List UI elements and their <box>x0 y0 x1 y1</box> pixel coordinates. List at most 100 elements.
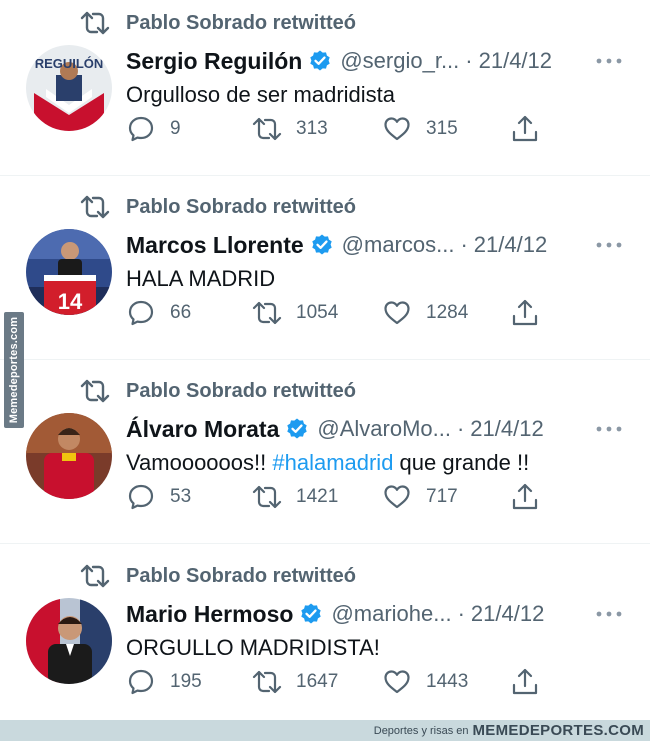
like-button[interactable]: 315 <box>382 114 458 144</box>
author-handle[interactable]: @sergio_r... <box>340 48 459 74</box>
avatar-text: 14 <box>58 289 83 314</box>
like-button[interactable]: 1284 <box>382 298 468 328</box>
like-count: 717 <box>426 486 458 507</box>
reply-icon <box>128 669 154 695</box>
avatar[interactable] <box>26 598 112 684</box>
share-icon <box>512 115 538 142</box>
tweet-date[interactable]: 21/4/12 <box>470 416 543 442</box>
like-count: 315 <box>426 118 458 139</box>
author-name[interactable]: Mario Hermoso <box>126 601 293 628</box>
verified-badge-icon <box>310 50 331 71</box>
reply-count: 195 <box>170 671 202 692</box>
like-button[interactable]: 717 <box>382 482 458 512</box>
author-name[interactable]: Sergio Reguilón <box>126 48 302 75</box>
retweet-icon <box>252 670 282 694</box>
retweet-icon <box>252 117 282 141</box>
hashtag-link[interactable]: #halamadrid <box>272 450 393 475</box>
separator-dot: · <box>460 232 468 257</box>
tweet-actions: 195 1647 1443 <box>126 667 546 697</box>
more-icon <box>596 242 622 248</box>
tweet-card[interactable]: Pablo Sobrado retwitteó 14 Marcos Lloren… <box>0 184 650 364</box>
tweet-header: Sergio Reguilón @sergio_r... · 21/4/12 <box>126 44 631 78</box>
more-button[interactable] <box>594 607 624 621</box>
retweet-count: 1647 <box>296 671 339 692</box>
reply-icon <box>128 484 154 510</box>
like-icon <box>384 485 410 509</box>
retweet-icon <box>80 379 110 403</box>
avatar-image <box>26 598 112 684</box>
tweet-text: HALA MADRID <box>126 266 276 291</box>
reply-button[interactable]: 53 <box>126 482 191 512</box>
verified-badge-icon <box>311 234 332 255</box>
retweet-icon <box>252 301 282 325</box>
more-button[interactable] <box>594 54 624 68</box>
share-button[interactable] <box>510 482 540 512</box>
retweet-context[interactable]: Pablo Sobrado retwitteó <box>80 563 356 589</box>
retweet-context[interactable]: Pablo Sobrado retwitteó <box>80 10 356 36</box>
tweet-date[interactable]: 21/4/12 <box>479 48 552 74</box>
retweet-button[interactable]: 1054 <box>252 298 338 328</box>
retweet-label: Pablo Sobrado retwitteó <box>126 195 357 218</box>
author-handle[interactable]: @AlvaroMo... <box>317 416 451 442</box>
tweet-card[interactable]: Pablo Sobrado retwitteó Mario Hermoso @m… <box>0 553 650 733</box>
author-handle[interactable]: @marcos... <box>342 232 455 258</box>
retweet-button[interactable]: 313 <box>252 114 328 144</box>
reply-icon <box>128 116 154 142</box>
avatar-image: REGUILÓN <box>26 45 112 131</box>
tweet-actions: 66 1054 1284 <box>126 298 546 328</box>
like-count: 1443 <box>426 671 469 692</box>
retweet-count: 313 <box>296 118 328 139</box>
tweet-header: Marcos Llorente @marcos... · 21/4/12 <box>126 228 631 262</box>
author-name[interactable]: Marcos Llorente <box>126 232 304 259</box>
retweet-button[interactable]: 1421 <box>252 482 338 512</box>
retweet-context[interactable]: Pablo Sobrado retwitteó <box>80 378 356 404</box>
more-icon <box>596 426 622 432</box>
reply-button[interactable]: 195 <box>126 667 202 697</box>
tweet-text: Vamoooooos!! #halamadrid que grande !! <box>126 450 529 476</box>
tweet-actions: 53 1421 717 <box>126 482 546 512</box>
tweet-header: Álvaro Morata @AlvaroMo... · 21/4/12 <box>126 412 631 446</box>
retweet-context[interactable]: Pablo Sobrado retwitteó <box>80 194 356 220</box>
like-icon <box>384 301 410 325</box>
tweet-text-end: que grande !! <box>393 450 530 475</box>
retweet-label: Pablo Sobrado retwitteó <box>126 379 357 402</box>
tweet-date[interactable]: 21/4/12 <box>471 601 544 627</box>
reply-count: 66 <box>170 302 192 323</box>
tweet-card[interactable]: Pablo Sobrado retwitteó Álvaro Morata @A… <box>0 368 650 548</box>
avatar[interactable] <box>26 413 112 499</box>
more-icon <box>596 611 622 617</box>
more-icon <box>596 58 622 64</box>
separator-dot: · <box>465 48 473 73</box>
like-icon <box>384 670 410 694</box>
tweet-divider <box>0 359 650 360</box>
reply-icon <box>128 300 154 326</box>
retweet-button[interactable]: 1647 <box>252 667 338 697</box>
author-name[interactable]: Álvaro Morata <box>126 416 279 443</box>
more-button[interactable] <box>594 422 624 436</box>
retweet-count: 1054 <box>296 302 339 323</box>
retweet-count: 1421 <box>296 486 339 507</box>
share-button[interactable] <box>510 298 540 328</box>
tweet-text-start: Vamoooooos!! <box>126 450 273 475</box>
avatar[interactable]: 14 <box>26 229 112 315</box>
reply-button[interactable]: 9 <box>126 114 181 144</box>
retweet-icon <box>252 485 282 509</box>
tweet-card[interactable]: Pablo Sobrado retwitteó REGUILÓN Sergio … <box>0 0 650 180</box>
retweet-icon <box>80 195 110 219</box>
verified-badge-icon <box>287 418 308 439</box>
tweet-text: Orgulloso de ser madridista <box>126 82 396 107</box>
footer-watermark: Deportes y risas en MEMEDEPORTES.COM <box>0 720 650 741</box>
share-button[interactable] <box>510 114 540 144</box>
footer-tagline: Deportes y risas en <box>373 724 469 737</box>
share-icon <box>512 483 538 510</box>
retweet-label: Pablo Sobrado retwitteó <box>126 564 357 587</box>
author-handle[interactable]: @mariohe... <box>331 601 451 627</box>
like-button[interactable]: 1443 <box>382 667 468 697</box>
avatar[interactable]: REGUILÓN <box>26 45 112 131</box>
share-button[interactable] <box>510 667 540 697</box>
tweet-date[interactable]: 21/4/12 <box>474 232 547 258</box>
more-button[interactable] <box>594 238 624 252</box>
separator-dot: · <box>457 601 465 626</box>
reply-button[interactable]: 66 <box>126 298 191 328</box>
retweet-icon <box>80 564 110 588</box>
